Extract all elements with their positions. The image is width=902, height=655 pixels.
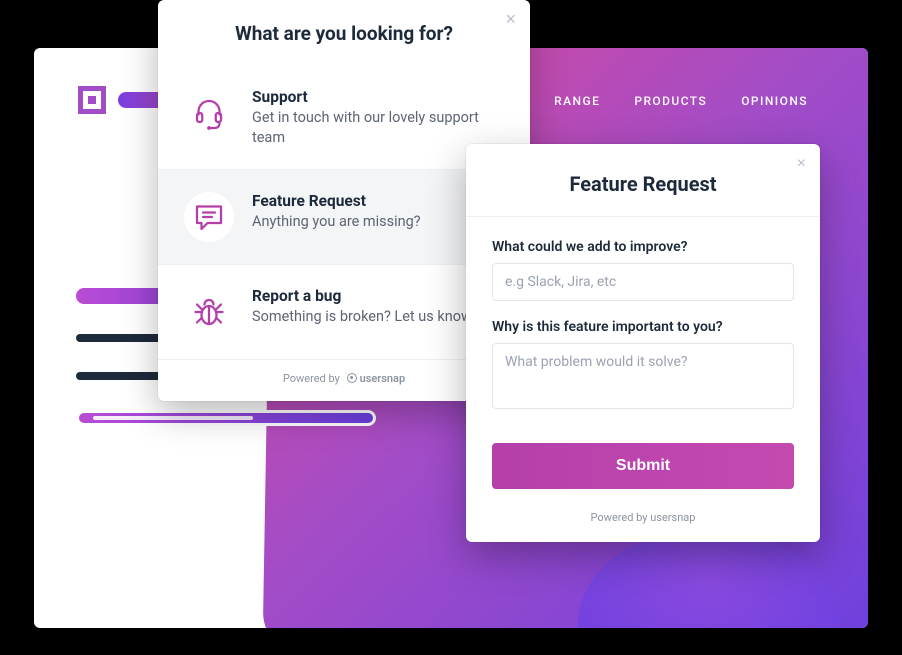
close-icon[interactable]: ×: [505, 10, 516, 28]
nav-item[interactable]: PRODUCTS: [634, 94, 707, 108]
menu-item-desc: Something is broken? Let us know!: [252, 307, 476, 327]
nav-item[interactable]: RANGE: [554, 94, 600, 108]
submit-button[interactable]: Submit: [492, 443, 794, 489]
menu-item-desc: Anything you are missing?: [252, 212, 421, 232]
menu-item-title: Feature Request: [252, 192, 421, 210]
menu-item-desc: Get in touch with our lovely support tea…: [252, 108, 504, 147]
chat-icon: [184, 192, 234, 242]
usersnap-logo-icon: [347, 373, 357, 383]
feature-request-modal: × Feature Request What could we add to i…: [466, 144, 820, 542]
close-icon[interactable]: ×: [797, 156, 806, 172]
question-2-label: Why is this feature important to you?: [492, 319, 794, 335]
headset-icon: [184, 88, 234, 138]
menu-item-title: Report a bug: [252, 287, 476, 305]
nav-item[interactable]: OPINIONS: [741, 94, 808, 108]
placeholder-bar: [76, 410, 376, 426]
modal-title: Feature Request: [490, 172, 796, 196]
modal-title: What are you looking for?: [184, 22, 504, 59]
question-1-label: What could we add to improve?: [492, 239, 794, 255]
logo-mark-icon: [78, 86, 106, 114]
importance-textarea[interactable]: [492, 343, 794, 409]
top-nav: NEWS RANGE PRODUCTS OPINIONS: [481, 94, 808, 108]
menu-item-title: Support: [252, 88, 504, 106]
bug-icon: [184, 287, 234, 337]
improvement-input[interactable]: [492, 263, 794, 301]
powered-by: Powered by usersnap: [466, 501, 820, 542]
